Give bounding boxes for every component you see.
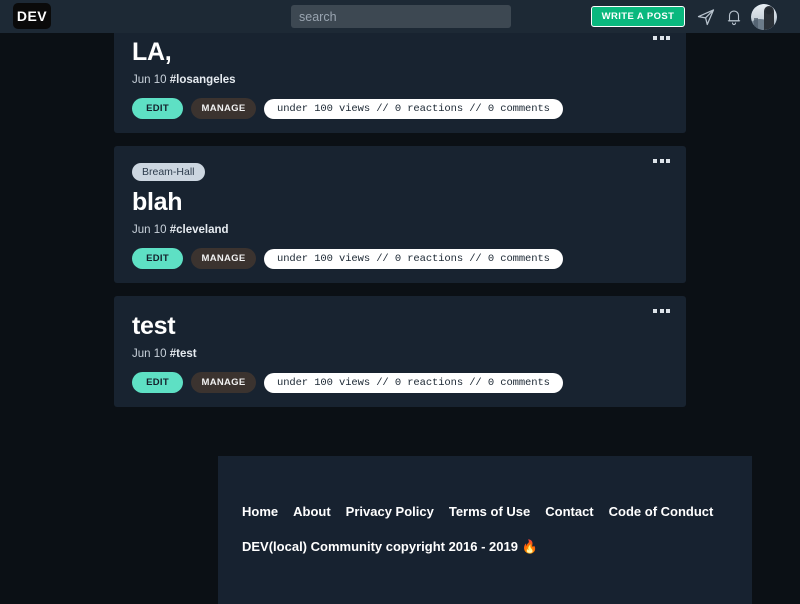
site-footer: Home About Privacy Policy Terms of Use C… (218, 456, 752, 604)
post-meta: Jun 10 #cleveland (132, 224, 668, 236)
footer-copyright: DEV(local) Community copyright 2016 - 20… (242, 539, 538, 554)
post-meta: Jun 10 #test (132, 348, 668, 360)
post-options-icon[interactable] (653, 36, 670, 40)
post-card: test Jun 10 #test EDIT MANAGE under 100 … (114, 296, 686, 407)
footer-link-home[interactable]: Home (242, 504, 278, 519)
post-actions: EDIT MANAGE under 100 views // 0 reactio… (132, 248, 668, 269)
manage-button[interactable]: MANAGE (191, 248, 256, 269)
post-title[interactable]: blah (132, 188, 668, 216)
organization-badge[interactable]: Bream-Hall (132, 163, 205, 181)
post-actions: EDIT MANAGE under 100 views // 0 reactio… (132, 372, 668, 393)
post-options-icon[interactable] (653, 159, 670, 163)
post-tag[interactable]: #losangeles (170, 74, 236, 86)
write-a-post-button[interactable]: WRITE A POST (591, 6, 685, 27)
post-tag[interactable]: #cleveland (170, 224, 229, 236)
post-title[interactable]: test (132, 312, 668, 340)
post-date: Jun 10 (132, 74, 167, 86)
write-a-post-label: WRITE A POST (601, 11, 675, 22)
search-input[interactable] (291, 5, 511, 28)
footer-link-privacy-policy[interactable]: Privacy Policy (346, 504, 434, 519)
edit-button[interactable]: EDIT (132, 98, 183, 119)
post-actions: EDIT MANAGE under 100 views // 0 reactio… (132, 98, 668, 119)
post-tag[interactable]: #test (170, 348, 197, 360)
post-stats-pill[interactable]: under 100 views // 0 reactions // 0 comm… (264, 248, 563, 269)
edit-button[interactable]: EDIT (132, 372, 183, 393)
site-header: DEV WRITE A POST (0, 0, 800, 33)
post-card: Bream-Hall blah Jun 10 #cleveland EDIT M… (114, 146, 686, 283)
footer-link-terms-of-use[interactable]: Terms of Use (449, 504, 530, 519)
post-options-icon[interactable] (653, 309, 670, 313)
manage-button[interactable]: MANAGE (191, 372, 256, 393)
post-title[interactable]: LA, (132, 38, 668, 66)
post-date: Jun 10 (132, 348, 167, 360)
user-avatar[interactable] (751, 4, 777, 30)
post-card: LA, Jun 10 #losangeles EDIT MANAGE under… (114, 28, 686, 133)
dev-logo[interactable]: DEV (13, 3, 51, 29)
post-date: Jun 10 (132, 224, 167, 236)
footer-link-about[interactable]: About (293, 504, 331, 519)
manage-button[interactable]: MANAGE (191, 98, 256, 119)
edit-button[interactable]: EDIT (132, 248, 183, 269)
dev-logo-text: DEV (16, 8, 48, 24)
footer-link-contact[interactable]: Contact (545, 504, 593, 519)
footer-links: Home About Privacy Policy Terms of Use C… (242, 504, 728, 519)
post-feed: LA, Jun 10 #losangeles EDIT MANAGE under… (114, 28, 686, 420)
paper-plane-icon[interactable] (694, 5, 718, 29)
post-meta: Jun 10 #losangeles (132, 74, 668, 86)
post-stats-pill[interactable]: under 100 views // 0 reactions // 0 comm… (264, 372, 563, 393)
footer-link-code-of-conduct[interactable]: Code of Conduct (609, 504, 714, 519)
post-stats-pill[interactable]: under 100 views // 0 reactions // 0 comm… (264, 98, 563, 119)
bell-icon[interactable] (722, 5, 746, 29)
